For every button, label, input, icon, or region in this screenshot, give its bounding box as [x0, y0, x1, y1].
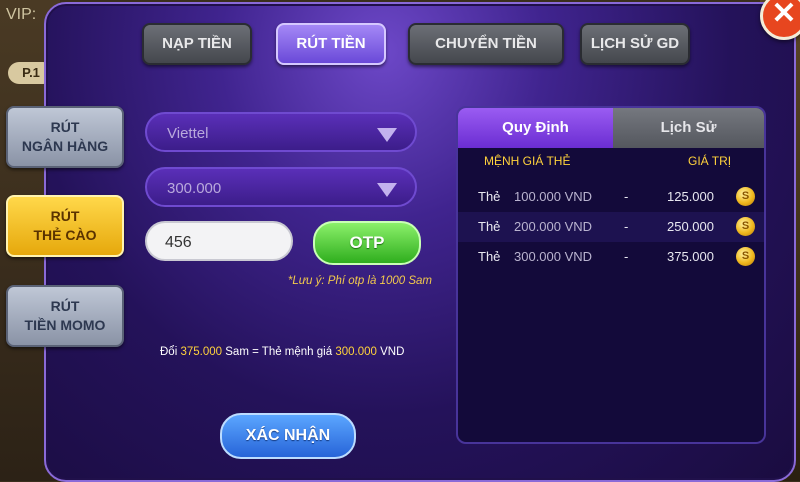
row-separator: - — [624, 219, 629, 234]
tab-chuyen-tien[interactable]: CHUYỂN TIỀN — [408, 23, 564, 65]
row-separator: - — [624, 249, 629, 264]
convert-sam-amount: 375.000 — [180, 346, 223, 358]
convert-suffix: VND — [380, 346, 405, 358]
otp-fee-note: *Lưu ý: Phí otp là 1000 Sam — [287, 275, 432, 287]
conversion-summary: Đổi 375.000 Sam = Thẻ mệnh giá 300.000 V… — [160, 346, 450, 358]
table-header: MỆNH GIÁ THẺ GIÁ TRỊ — [458, 154, 764, 174]
row-separator: - — [624, 189, 629, 204]
table-row: Thẻ 100.000 VND - 125.000 S — [458, 182, 764, 212]
tab-nap-tien[interactable]: NẠP TIỀN — [142, 23, 252, 65]
row-price: 250.000 — [667, 219, 714, 234]
otp-input[interactable]: 456 — [145, 221, 293, 261]
table-row: Thẻ 300.000 VND - 375.000 S — [458, 242, 764, 272]
side-tab-line1: RÚT — [50, 119, 80, 135]
header-menh-gia: MỆNH GIÁ THẺ — [484, 154, 571, 168]
side-tab-line2: THẺ CÀO — [33, 227, 97, 243]
row-label: Thẻ — [478, 219, 501, 234]
row-label: Thẻ — [478, 189, 501, 204]
chevron-down-icon — [377, 183, 397, 197]
row-price: 375.000 — [667, 249, 714, 264]
chevron-down-icon — [377, 128, 397, 142]
confirm-button[interactable]: XÁC NHẬN — [220, 413, 356, 459]
side-tab-line1: RÚT — [50, 208, 80, 224]
convert-prefix: Đổi — [160, 346, 178, 358]
amount-select-value: 300.000 — [167, 180, 222, 197]
side-tab-line1: RÚT — [50, 298, 80, 314]
amount-select[interactable]: 300.000 — [145, 167, 417, 207]
side-tab-rut-tien-momo[interactable]: RÚT TIỀN MOMO — [6, 285, 124, 347]
vip-label: VIP: — [6, 6, 37, 23]
carrier-select[interactable]: Viettel — [145, 112, 417, 152]
side-tab-line2: TIỀN MOMO — [24, 317, 106, 333]
tab-lich-su-gd[interactable]: LỊCH SỬ GD — [580, 23, 690, 65]
tab-lich-su[interactable]: Lịch Sử — [613, 108, 764, 148]
row-face-value: 200.000 VND — [514, 219, 593, 234]
rules-panel: Quy Định Lịch Sử MỆNH GIÁ THẺ GIÁ TRỊ Th… — [456, 106, 766, 444]
convert-card-amount: 300.000 — [335, 346, 377, 358]
side-tab-rut-ngan-hang[interactable]: RÚT NGÂN HÀNG — [6, 106, 124, 168]
tab-rut-tien[interactable]: RÚT TIỀN — [276, 23, 386, 65]
coin-icon: S — [736, 247, 755, 266]
row-face-value: 100.000 VND — [514, 189, 593, 204]
row-price: 125.000 — [667, 189, 714, 204]
tab-quy-dinh[interactable]: Quy Định — [458, 108, 613, 148]
carrier-select-value: Viettel — [167, 125, 209, 142]
row-label: Thẻ — [478, 249, 501, 264]
table-row: Thẻ 200.000 VND - 250.000 S — [458, 212, 764, 242]
header-gia-tri: GIÁ TRỊ — [688, 154, 732, 168]
row-face-value: 300.000 VND — [514, 249, 593, 264]
otp-button[interactable]: OTP — [313, 221, 421, 265]
coin-icon: S — [736, 187, 755, 206]
convert-middle: Sam = Thẻ mệnh giá — [225, 346, 333, 358]
side-tab-rut-the-cao[interactable]: RÚT THẺ CÀO — [6, 195, 124, 257]
coin-icon: S — [736, 217, 755, 236]
side-tab-line2: NGÂN HÀNG — [21, 138, 109, 154]
